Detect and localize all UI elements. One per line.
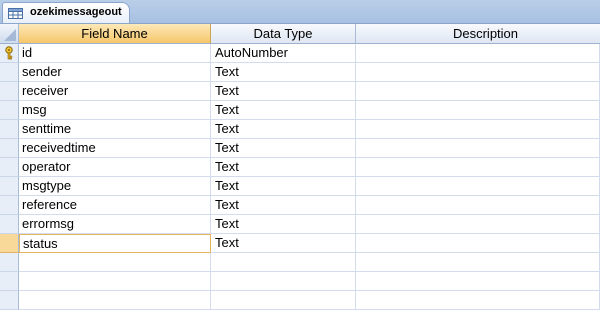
data-type-cell[interactable]: Text	[211, 101, 356, 120]
table-icon	[8, 7, 23, 19]
field-name-cell[interactable]: sender	[19, 63, 211, 82]
data-type-cell[interactable]	[211, 272, 356, 291]
data-type-cell[interactable]: Text	[211, 215, 356, 234]
description-cell[interactable]	[356, 82, 600, 101]
table-row[interactable]: msgtype Text	[0, 177, 600, 196]
field-name-cell[interactable]: id	[19, 44, 211, 63]
primary-key-icon	[3, 46, 15, 60]
table-design-grid: Field Name Data Type Description id AutoN…	[0, 23, 600, 310]
data-type-cell[interactable]: Text	[211, 158, 356, 177]
field-name-cell[interactable]: receivedtime	[19, 139, 211, 158]
row-selector[interactable]	[0, 177, 19, 196]
data-type-cell[interactable]: Text	[211, 196, 356, 215]
description-cell[interactable]	[356, 272, 600, 291]
table-row[interactable]: senttime Text	[0, 120, 600, 139]
description-cell[interactable]	[356, 234, 600, 253]
description-cell[interactable]	[356, 177, 600, 196]
table-row[interactable]: sender Text	[0, 63, 600, 82]
row-selector[interactable]	[0, 234, 19, 253]
field-name-cell[interactable]	[19, 253, 211, 272]
table-row[interactable]: msg Text	[0, 101, 600, 120]
column-header-data-type[interactable]: Data Type	[211, 24, 356, 44]
column-header-field-name[interactable]: Field Name	[19, 24, 211, 44]
row-selector[interactable]	[0, 120, 19, 139]
description-cell[interactable]	[356, 139, 600, 158]
row-selector[interactable]	[0, 82, 19, 101]
description-cell[interactable]	[356, 44, 600, 63]
field-name-cell[interactable]: msg	[19, 101, 211, 120]
data-type-cell[interactable]: Text	[211, 139, 356, 158]
data-type-cell[interactable]: Text	[211, 82, 356, 101]
field-name-cell[interactable]: reference	[19, 196, 211, 215]
row-selector[interactable]	[0, 139, 19, 158]
row-selector[interactable]	[0, 158, 19, 177]
table-row[interactable]: status Text	[0, 234, 600, 253]
field-name-cell[interactable]	[19, 272, 211, 291]
table-row[interactable]: errormsg Text	[0, 215, 600, 234]
corner-triangle-icon	[4, 29, 16, 41]
field-rows: id AutoNumber sender Text receiver Text msg Tex…	[0, 44, 600, 310]
row-selector[interactable]	[0, 253, 19, 272]
data-type-cell[interactable]: Text	[211, 120, 356, 139]
description-cell[interactable]	[356, 63, 600, 82]
field-name-cell[interactable]: msgtype	[19, 177, 211, 196]
field-name-cell[interactable]: senttime	[19, 120, 211, 139]
row-selector[interactable]	[0, 44, 19, 63]
description-cell[interactable]	[356, 120, 600, 139]
table-row[interactable]: operator Text	[0, 158, 600, 177]
document-tab-strip: ozekimessageout	[0, 0, 600, 23]
data-type-cell[interactable]: Text	[211, 63, 356, 82]
table-row[interactable]	[0, 272, 600, 291]
description-cell[interactable]	[356, 196, 600, 215]
row-selector[interactable]	[0, 63, 19, 82]
row-selector[interactable]	[0, 196, 19, 215]
data-type-cell[interactable]: Text	[211, 234, 356, 253]
description-cell[interactable]	[356, 158, 600, 177]
table-row[interactable]: receiver Text	[0, 82, 600, 101]
table-row[interactable]: receivedtime Text	[0, 139, 600, 158]
field-name-cell[interactable]: errormsg	[19, 215, 211, 234]
tab-title: ozekimessageout	[30, 6, 122, 18]
table-row[interactable]: id AutoNumber	[0, 44, 600, 63]
row-selector[interactable]	[0, 272, 19, 291]
row-selector[interactable]	[0, 215, 19, 234]
field-name-cell[interactable]: operator	[19, 158, 211, 177]
description-cell[interactable]	[356, 253, 600, 272]
data-type-cell[interactable]: AutoNumber	[211, 44, 356, 63]
data-type-cell[interactable]: Text	[211, 177, 356, 196]
column-header-description[interactable]: Description	[356, 24, 600, 44]
data-type-cell[interactable]	[211, 253, 356, 272]
field-name-cell[interactable]: receiver	[19, 82, 211, 101]
select-all-corner[interactable]	[0, 24, 19, 44]
table-row[interactable]: reference Text	[0, 196, 600, 215]
table-row[interactable]	[0, 253, 600, 272]
document-tab[interactable]: ozekimessageout	[2, 2, 130, 23]
description-cell[interactable]	[356, 101, 600, 120]
field-name-cell[interactable]: status	[19, 234, 211, 253]
description-cell[interactable]	[356, 215, 600, 234]
row-selector[interactable]	[0, 101, 19, 120]
